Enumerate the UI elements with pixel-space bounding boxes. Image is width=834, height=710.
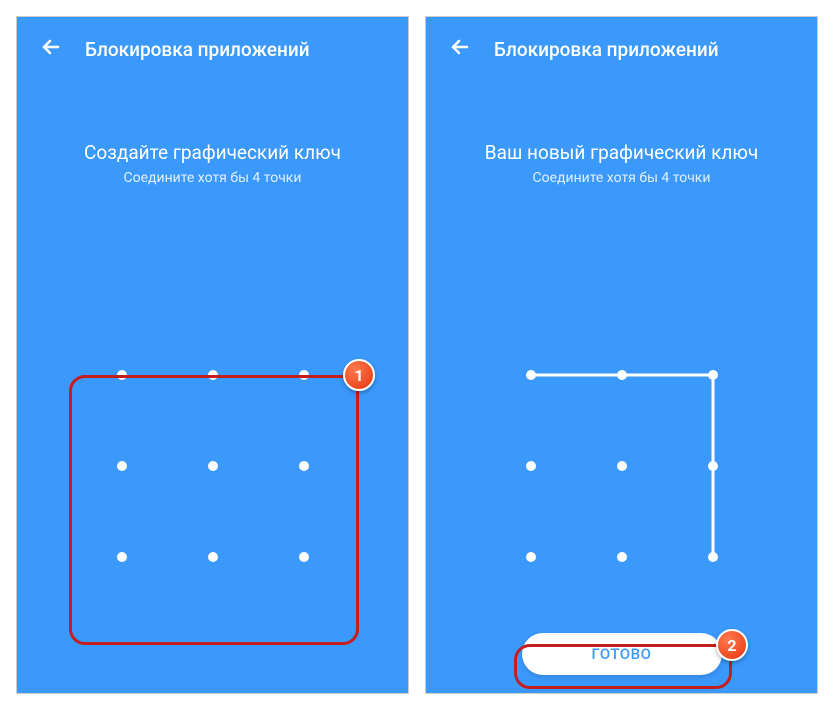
pattern-dot[interactable] xyxy=(299,461,309,471)
pattern-dot[interactable] xyxy=(117,461,127,471)
done-button[interactable]: ГОТОВО xyxy=(522,633,722,675)
instruction-title: Ваш новый графический ключ xyxy=(485,141,758,164)
pattern-dot[interactable] xyxy=(117,552,127,562)
pattern-dot[interactable] xyxy=(526,461,536,471)
instruction-title: Создайте графический ключ xyxy=(84,141,341,164)
instruction-subtitle: Соедините хотя бы 4 точки xyxy=(124,170,302,186)
header: Блокировка приложений xyxy=(426,17,817,81)
back-arrow-icon[interactable] xyxy=(446,35,470,63)
pattern-dot[interactable] xyxy=(617,552,627,562)
header: Блокировка приложений xyxy=(17,17,408,81)
pattern-dot[interactable] xyxy=(208,370,218,380)
back-arrow-icon[interactable] xyxy=(37,35,61,63)
screen-confirm-pattern: Блокировка приложений Ваш новый графичес… xyxy=(425,16,818,694)
annotation-badge-2: 2 xyxy=(716,629,748,661)
screen-create-pattern: Блокировка приложений Создайте графическ… xyxy=(16,16,409,694)
page-title: Блокировка приложений xyxy=(85,38,310,61)
pattern-dot[interactable] xyxy=(299,552,309,562)
pattern-dot[interactable] xyxy=(708,461,718,471)
page-title: Блокировка приложений xyxy=(494,38,719,61)
pattern-dot[interactable] xyxy=(526,552,536,562)
pattern-dot[interactable] xyxy=(299,370,309,380)
pattern-dot[interactable] xyxy=(526,370,536,380)
pattern-dot[interactable] xyxy=(617,370,627,380)
content-area: Ваш новый графический ключ Соедините хот… xyxy=(426,81,817,693)
pattern-dot[interactable] xyxy=(208,461,218,471)
pattern-dot[interactable] xyxy=(617,461,627,471)
pattern-dot[interactable] xyxy=(708,552,718,562)
pattern-dot[interactable] xyxy=(208,552,218,562)
pattern-dot[interactable] xyxy=(117,370,127,380)
pattern-grid[interactable] xyxy=(492,336,752,596)
pattern-dot[interactable] xyxy=(708,370,718,380)
annotation-badge-1: 1 xyxy=(343,359,375,391)
pattern-grid[interactable] xyxy=(83,336,343,596)
instruction-subtitle: Соедините хотя бы 4 точки xyxy=(533,170,711,186)
